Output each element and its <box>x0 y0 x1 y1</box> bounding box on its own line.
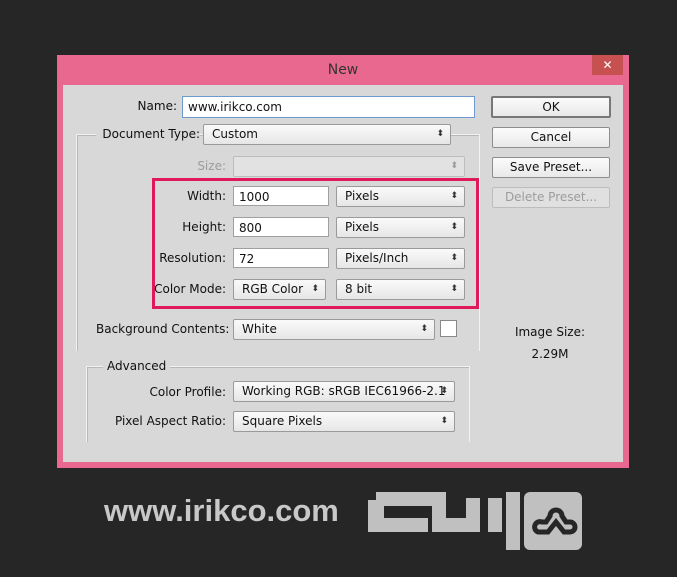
name-label: Name: <box>137 99 177 113</box>
background-select[interactable]: White ⬍ <box>233 319 435 340</box>
updown-icon: ⬍ <box>311 284 319 294</box>
irikco-logo <box>368 492 582 550</box>
color-profile-value: Working RGB: sRGB IEC61966-2.1 <box>242 384 446 398</box>
ok-button[interactable]: OK <box>491 96 611 118</box>
delete-preset-button[interactable]: Delete Preset... <box>492 187 610 208</box>
width-unit: Pixels <box>345 189 380 203</box>
resolution-input[interactable]: 72 <box>233 248 329 268</box>
advanced-label: Advanced <box>103 359 171 373</box>
colormode-select[interactable]: RGB Color ⬍ <box>233 279 326 300</box>
size-select[interactable]: ⬍ <box>233 156 465 177</box>
background-label: Background Contents: <box>96 322 230 336</box>
resolution-label: Resolution: <box>159 251 226 265</box>
updown-icon: ⬍ <box>420 324 428 334</box>
height-unit-select[interactable]: Pixels ⬍ <box>336 217 465 238</box>
width-unit-select[interactable]: Pixels ⬍ <box>336 186 465 207</box>
size-label: Size: <box>197 159 226 173</box>
width-label: Width: <box>187 189 226 203</box>
pixel-aspect-value: Square Pixels <box>242 414 323 428</box>
resolution-unit-select[interactable]: Pixels/Inch ⬍ <box>336 248 465 269</box>
doctype-value: Custom <box>212 127 258 141</box>
height-label: Height: <box>182 220 226 234</box>
doctype-label: Document Type: <box>96 127 200 141</box>
save-preset-button[interactable]: Save Preset... <box>492 157 610 178</box>
dialog-title: New <box>327 62 359 78</box>
resolution-unit: Pixels/Inch <box>345 251 409 265</box>
doctype-select[interactable]: Custom ⬍ <box>203 124 451 145</box>
background-color-swatch[interactable] <box>440 320 457 337</box>
close-icon: ✕ <box>602 58 613 72</box>
image-size-label: Image Size: <box>514 325 586 339</box>
watermark-url: www.irikco.com <box>104 493 339 528</box>
pixel-aspect-select[interactable]: Square Pixels ⬍ <box>233 411 455 432</box>
close-button[interactable]: ✕ <box>592 55 623 75</box>
pixel-aspect-label: Pixel Aspect Ratio: <box>115 414 226 428</box>
updown-icon: ⬍ <box>450 284 458 294</box>
color-profile-label: Color Profile: <box>149 385 227 399</box>
bitdepth-value: 8 bit <box>345 282 373 296</box>
updown-icon: ⬍ <box>436 129 444 139</box>
color-profile-select[interactable]: Working RGB: sRGB IEC61966-2.1 ⬍ <box>233 381 455 402</box>
updown-icon: ⬍ <box>450 161 458 171</box>
width-input[interactable]: 1000 <box>233 186 329 206</box>
height-input[interactable]: 800 <box>233 217 329 237</box>
name-input[interactable]: www.irikco.com <box>182 96 475 118</box>
colormode-label: Color Mode: <box>154 282 226 296</box>
updown-icon: ⬍ <box>450 253 458 263</box>
colormode-value: RGB Color <box>242 282 304 296</box>
updown-icon: ⬍ <box>450 222 458 232</box>
updown-icon: ⬍ <box>450 191 458 201</box>
background-value: White <box>242 322 277 336</box>
bitdepth-select[interactable]: 8 bit ⬍ <box>336 279 465 300</box>
updown-icon: ⬍ <box>440 416 448 426</box>
updown-icon: ⬍ <box>440 386 448 396</box>
cancel-button[interactable]: Cancel <box>492 127 610 148</box>
height-unit: Pixels <box>345 220 380 234</box>
image-size-value: 2.29M <box>531 347 569 361</box>
